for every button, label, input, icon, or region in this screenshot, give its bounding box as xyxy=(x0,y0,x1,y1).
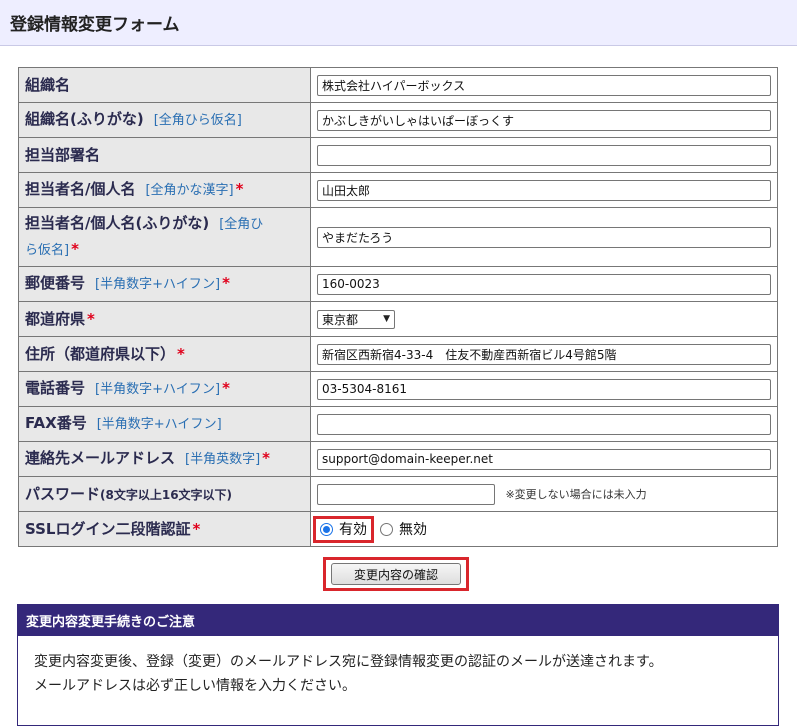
label-org-name: 組織名 xyxy=(18,67,311,103)
required-mark: * xyxy=(262,449,271,467)
required-mark: * xyxy=(222,379,230,397)
label-tel: 電話番号 [半角数字+ハイフン] * xyxy=(18,371,311,407)
page-title: 登録情報変更フォーム xyxy=(10,15,180,35)
zip-input[interactable] xyxy=(317,273,771,295)
required-mark: * xyxy=(192,520,201,538)
org-kana-input[interactable] xyxy=(317,109,771,131)
row-address: 住所（都道府県以下） * xyxy=(18,336,778,372)
row-tel: 電話番号 [半角数字+ハイフン] * xyxy=(18,371,778,407)
notice-box: 変更内容変更手続きのご注意 変更内容変更後、登録（変更）のメールアドレス宛に登録… xyxy=(17,604,779,726)
hint-zip: [半角数字+ハイフン] xyxy=(95,277,221,292)
page-header: 登録情報変更フォーム xyxy=(0,0,797,46)
label-person-kana: 担当者名/個人名(ふりがな) [全角ひ ら仮名] * xyxy=(18,207,311,267)
notice-line: メールアドレスは必ず正しい情報を入力ください。 xyxy=(34,678,356,694)
label-zip: 郵便番号 [半角数字+ハイフン] * xyxy=(18,266,311,302)
label-org-kana: 組織名(ふりがな) [全角ひら仮名] xyxy=(18,102,311,138)
dept-input[interactable] xyxy=(317,144,771,166)
row-email: 連絡先メールアドレス [半角英数字] * xyxy=(18,441,778,477)
row-fax: FAX番号 [半角数字+ハイフン] xyxy=(18,406,778,442)
label-person: 担当者名/個人名 [全角かな漢字] * xyxy=(18,172,311,208)
required-mark: * xyxy=(222,274,230,292)
required-mark: * xyxy=(87,310,95,328)
pref-selected-value: 東京都 xyxy=(322,312,359,327)
tel-input[interactable] xyxy=(317,378,771,400)
row-person-kana: 担当者名/個人名(ふりがな) [全角ひ ら仮名] * xyxy=(18,207,778,267)
person-input[interactable] xyxy=(317,179,771,201)
confirm-changes-button[interactable]: 変更内容の確認 xyxy=(331,563,461,585)
hint-fax: [半角数字+ハイフン] xyxy=(96,417,222,432)
label-pref: 都道府県 * xyxy=(18,301,311,337)
row-ssl: SSLログイン二段階認証 * 有効 無効 xyxy=(18,511,778,547)
row-pref: 都道府県 * 東京都 ▼ xyxy=(18,301,778,337)
hint-tel: [半角数字+ハイフン] xyxy=(95,382,221,397)
person-kana-input[interactable] xyxy=(317,226,771,248)
password-input[interactable] xyxy=(317,483,495,505)
row-dept: 担当部署名 xyxy=(18,137,778,173)
chevron-down-icon: ▼ xyxy=(383,314,390,324)
row-org-name: 組織名 xyxy=(18,67,778,103)
hint-person-kana-cont: ら仮名] xyxy=(25,243,70,258)
label-dept: 担当部署名 xyxy=(18,137,311,173)
ssl-option-disabled[interactable]: 無効 xyxy=(380,519,427,539)
hint-person-kana: [全角ひ xyxy=(219,217,264,232)
hint-email: [半角英数字] xyxy=(185,452,261,467)
radio-unchecked-icon[interactable] xyxy=(380,522,393,536)
label-password: パスワード(8文字以上16文字以下) xyxy=(18,476,311,512)
required-mark: * xyxy=(177,345,185,363)
email-input[interactable] xyxy=(317,448,771,470)
ssl-option-disabled-label: 無効 xyxy=(399,522,427,538)
notice-title: 変更内容変更手続きのご注意 xyxy=(18,605,778,636)
hint-org-kana: [全角ひら仮名] xyxy=(153,113,242,128)
row-zip: 郵便番号 [半角数字+ハイフン] * xyxy=(18,266,778,302)
notice-line: 変更内容変更後、登録（変更）のメールアドレス宛に登録情報変更の認証のメールが送達… xyxy=(34,654,663,670)
ssl-radio-group: 有効 無効 xyxy=(313,515,427,543)
notice-body: 変更内容変更後、登録（変更）のメールアドレス宛に登録情報変更の認証のメールが送達… xyxy=(18,636,778,712)
ssl-option-enabled[interactable]: 有効 xyxy=(313,515,374,543)
label-email: 連絡先メールアドレス [半角英数字] * xyxy=(18,441,311,477)
fax-input[interactable] xyxy=(317,413,771,435)
org-name-input[interactable] xyxy=(317,74,771,96)
label-address: 住所（都道府県以下） * xyxy=(18,336,311,372)
password-length-note: (8文字以上16文字以下) xyxy=(100,487,233,502)
ssl-option-enabled-label: 有効 xyxy=(339,522,367,538)
hint-person: [全角かな漢字] xyxy=(145,183,234,198)
confirm-button-highlight: 変更内容の確認 xyxy=(323,557,469,591)
required-mark: * xyxy=(235,180,244,198)
address-input[interactable] xyxy=(317,343,771,365)
row-org-kana: 組織名(ふりがな) [全角ひら仮名] xyxy=(18,102,778,138)
label-ssl: SSLログイン二段階認証 * xyxy=(18,511,311,547)
row-password: パスワード(8文字以上16文字以下) ※変更しない場合には未入力 xyxy=(18,476,778,512)
pref-select[interactable]: 東京都 ▼ xyxy=(317,309,395,329)
radio-checked-icon[interactable] xyxy=(320,522,333,536)
required-mark: * xyxy=(71,240,79,258)
row-person: 担当者名/個人名 [全角かな漢字] * xyxy=(18,172,778,208)
password-note: ※変更しない場合には未入力 xyxy=(505,488,647,501)
label-fax: FAX番号 [半角数字+ハイフン] xyxy=(18,406,311,442)
registration-form-table: 組織名 組織名(ふりがな)[全角ひら仮名] 担当部署名 担当者名/個人名[全角か… xyxy=(18,67,778,547)
